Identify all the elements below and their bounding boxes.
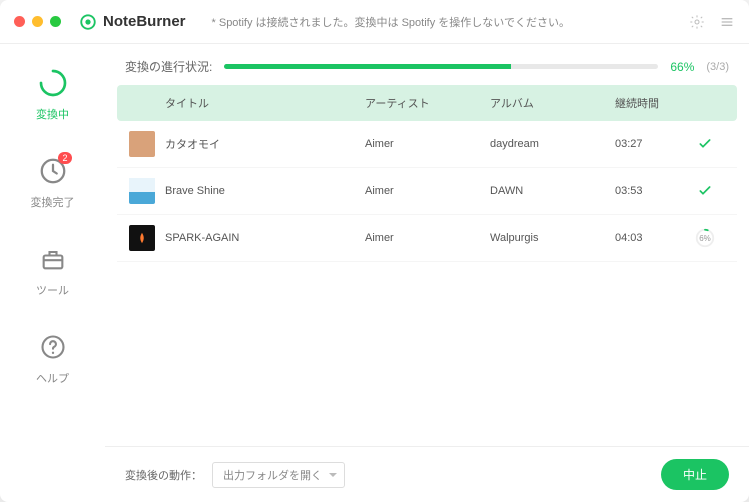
cell-status: 6% (685, 227, 725, 249)
titlebar: NoteBurner * Spotify は接続されました。変換中は Spoti… (0, 0, 749, 44)
main-panel: 変換の進行状況: 66% (3/3) タイトル アーティスト アルバム 継続時間… (105, 44, 749, 502)
progress-spinner: 6% (694, 227, 716, 249)
footer: 変換後の動作： 出力フォルダを開く 中止 (105, 446, 749, 502)
table-row[interactable]: カタオモイAimerdaydream03:27 (117, 121, 737, 168)
header-duration: 継続時間 (615, 95, 685, 111)
progress-label: 変換の進行状況: (125, 58, 212, 75)
tools-icon (36, 242, 70, 276)
cell-title: SPARK-AGAIN (165, 232, 365, 244)
select-value: 出力フォルダを開く (223, 470, 322, 482)
nav-label: 変換完了 (31, 194, 75, 210)
cell-artist: Aimer (365, 138, 490, 150)
footer-label: 変換後の動作： (125, 467, 202, 483)
cell-album: daydream (490, 138, 615, 150)
cell-artist: Aimer (365, 232, 490, 244)
progress-count: (3/3) (706, 61, 729, 73)
progress-percent: 66% (670, 60, 694, 74)
cell-album: DAWN (490, 185, 615, 197)
progress-row: 変換の進行状況: 66% (3/3) (105, 44, 749, 85)
nav-done[interactable]: 2 変換完了 (31, 154, 75, 210)
cell-title: Brave Shine (165, 185, 365, 197)
done-icon: 2 (36, 154, 70, 188)
cell-title: カタオモイ (165, 136, 365, 152)
help-icon (36, 330, 70, 364)
sidebar: 変換中 2 変換完了ツールヘルプ (0, 44, 105, 502)
nav-tools[interactable]: ツール (36, 242, 70, 298)
stop-button[interactable]: 中止 (661, 459, 729, 490)
status-message: * Spotify は接続されました。変換中は Spotify を操作しないでく… (212, 14, 570, 30)
cell-status (685, 136, 725, 152)
header-title: タイトル (165, 95, 365, 111)
nav-converting[interactable]: 変換中 (36, 66, 70, 122)
window-controls (14, 16, 61, 27)
cell-status (685, 183, 725, 199)
album-art (129, 131, 155, 157)
cell-artist: Aimer (365, 185, 490, 197)
header-album: アルバム (490, 95, 615, 111)
nav-help[interactable]: ヘルプ (36, 330, 70, 386)
logo-icon (79, 13, 97, 31)
app-name: NoteBurner (103, 13, 186, 30)
app-logo: NoteBurner (79, 13, 186, 31)
check-icon (697, 183, 713, 199)
album-art (129, 225, 155, 251)
table-header: タイトル アーティスト アルバム 継続時間 (117, 85, 737, 121)
progress-fill (224, 64, 510, 69)
album-art (129, 178, 155, 204)
settings-icon[interactable] (689, 14, 705, 30)
header-artist: アーティスト (365, 95, 490, 111)
nav-label: ツール (36, 282, 69, 298)
app-window: NoteBurner * Spotify は接続されました。変換中は Spoti… (0, 0, 749, 502)
converting-icon (36, 66, 70, 100)
badge: 2 (58, 152, 71, 164)
cell-duration: 04:03 (615, 232, 685, 244)
table-row[interactable]: Brave ShineAimerDAWN03:53 (117, 168, 737, 215)
table-row[interactable]: SPARK-AGAINAimerWalpurgis04:03 6% (117, 215, 737, 262)
check-icon (697, 136, 713, 152)
maximize-window[interactable] (50, 16, 61, 27)
track-table: タイトル アーティスト アルバム 継続時間 カタオモイAimerdaydream… (105, 85, 749, 446)
minimize-window[interactable] (32, 16, 43, 27)
cell-album: Walpurgis (490, 232, 615, 244)
cell-duration: 03:53 (615, 185, 685, 197)
cell-duration: 03:27 (615, 138, 685, 150)
post-action-select[interactable]: 出力フォルダを開く (212, 462, 345, 488)
progress-bar (224, 64, 658, 69)
nav-label: 変換中 (36, 106, 69, 122)
close-window[interactable] (14, 16, 25, 27)
nav-label: ヘルプ (36, 370, 69, 386)
menu-icon[interactable] (719, 14, 735, 30)
